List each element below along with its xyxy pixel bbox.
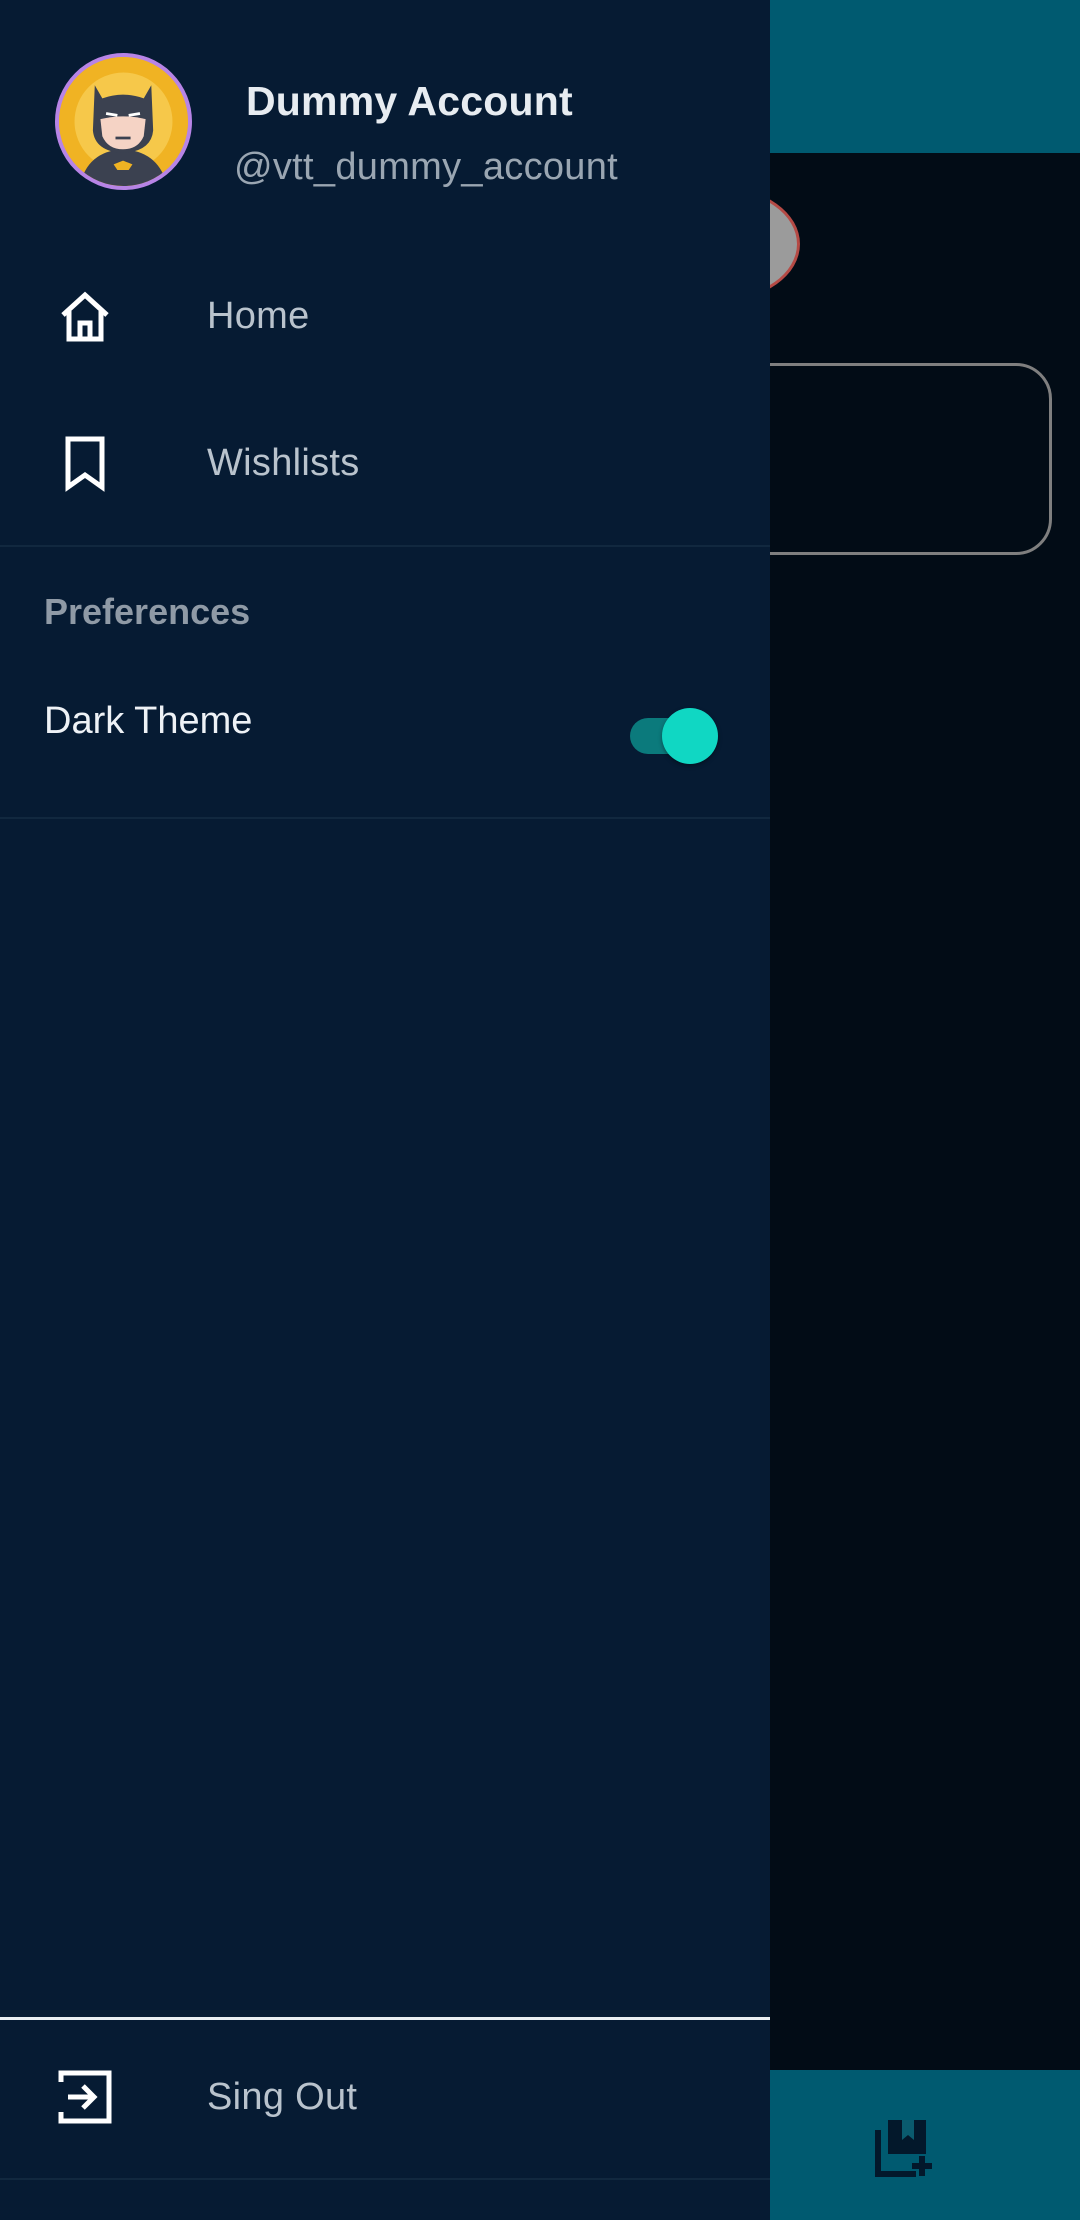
divider	[0, 545, 770, 547]
nav-item-sign-out[interactable]: Sing Out	[0, 2027, 770, 2167]
home-icon	[56, 287, 114, 345]
batman-avatar	[59, 57, 188, 186]
add-bookmark-icon[interactable]	[872, 2116, 934, 2180]
nav-label-home: Home	[207, 294, 310, 337]
dark-theme-toggle[interactable]	[628, 708, 720, 764]
nav-item-wishlists[interactable]: Wishlists	[0, 393, 770, 533]
divider	[0, 2178, 770, 2180]
navigation-drawer: Dummy Account @vtt_dummy_account Home Wi…	[0, 0, 770, 2220]
nav-label-sign-out: Sing Out	[207, 2075, 358, 2118]
profile-avatar[interactable]	[55, 53, 192, 190]
nav-label-wishlists: Wishlists	[207, 441, 360, 484]
profile-handle: @vtt_dummy_account	[234, 146, 619, 188]
toggle-thumb	[662, 708, 718, 764]
preferences-section-title: Preferences	[44, 591, 251, 632]
profile-name: Dummy Account	[246, 78, 573, 124]
dark-theme-label: Dark Theme	[44, 700, 253, 742]
dark-theme-row[interactable]: Dark Theme	[0, 678, 770, 778]
exit-icon	[56, 2068, 114, 2126]
nav-item-home[interactable]: Home	[0, 246, 770, 386]
bookmark-icon	[56, 434, 114, 492]
divider	[0, 2017, 770, 2020]
divider	[0, 817, 770, 819]
